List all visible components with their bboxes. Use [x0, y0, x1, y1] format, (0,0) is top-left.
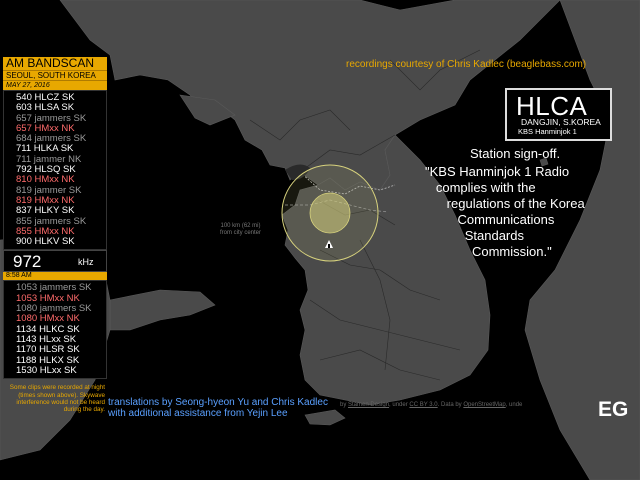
list-item: 900 HLKV SK	[16, 236, 75, 248]
lower-frequency-list: 1053 jammers SK 1053 HMxx NK 1080 jammer…	[3, 280, 107, 380]
station-network: KBS Hanminjok 1	[518, 127, 577, 136]
skywave-note: Some clips were recorded at night (times…	[9, 384, 105, 414]
eg-logo: EG	[598, 398, 629, 421]
translation-credit-line: translations by Seong-hyeon Yu and Chris…	[108, 397, 328, 408]
quote-line: regulations of the Korea	[425, 196, 585, 211]
list-item: 1170 HLSR SK	[16, 344, 80, 356]
quote-line: complies with the	[425, 180, 536, 195]
recording-time: 8:58 AM	[3, 272, 107, 281]
attribution-text: by	[340, 402, 347, 408]
quote-line: Communications	[425, 212, 555, 227]
coverage-radius-line: from city center	[220, 230, 262, 236]
clip-description: Station sign-off.	[470, 146, 561, 161]
recordings-credit: recordings courtesy of Chris Kadlec (bea…	[346, 59, 587, 70]
stamen-link[interactable]: Stamen Design	[348, 402, 389, 408]
bandscan-date: MAY 27, 2016	[3, 80, 107, 90]
translation-quote: "KBS Hanminjok 1 Radio complies with the…	[425, 164, 585, 260]
map-attribution: by Stamen Design, under CC BY 3.0. Data …	[340, 402, 522, 408]
osm-link[interactable]: OpenStreetMap	[463, 402, 505, 408]
current-frequency-box: 972 kHz	[3, 250, 107, 273]
quote-line: Standards	[425, 228, 524, 243]
quote-line: "KBS Hanminjok 1 Radio	[425, 164, 570, 179]
bandscan-title: AM BANDSCAN	[3, 57, 107, 70]
attribution-text: , unde	[505, 402, 523, 408]
coverage-radius-label: 100 km (62 mi) from city center	[220, 223, 261, 237]
attribution-text: . Data by	[437, 402, 462, 408]
station-city: DANGJIN, S.KOREA	[521, 117, 601, 127]
list-item: 1530 HLxx SK	[16, 364, 77, 376]
bandscan-panel: AM BANDSCAN SEOUL, SOUTH KOREA MAY 27, 2…	[3, 57, 107, 414]
station-id-box: HLCA DANGJIN, S.KOREA KBS Hanminjok 1	[505, 88, 612, 141]
frequency-unit: kHz	[78, 257, 94, 268]
translation-credit-line: with additional assistance from Yejin Le…	[108, 408, 288, 419]
cc-link[interactable]: CC BY 3.0	[409, 402, 437, 408]
translation-credits: translations by Seong-hyeon Yu and Chris…	[108, 397, 328, 419]
coverage-circle-inner	[309, 192, 351, 234]
land-shandong	[109, 289, 216, 331]
coverage-radius-line: 100 km (62 mi)	[220, 223, 261, 229]
current-frequency: 972	[13, 252, 42, 272]
quote-line: Commission."	[425, 244, 552, 259]
land-mainland-asia	[59, 0, 561, 191]
bandscan-location: SEOUL, SOUTH KOREA	[3, 70, 107, 80]
attribution-text: , under	[389, 402, 408, 408]
upper-frequency-list: 540 HLCZ SK 603 HLSA SK 657 jammers SK 6…	[3, 90, 107, 251]
